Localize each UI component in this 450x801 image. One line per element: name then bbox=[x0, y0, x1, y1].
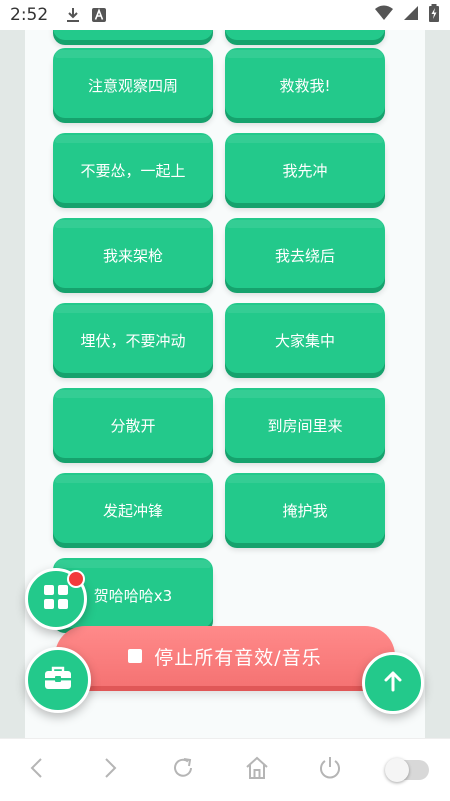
text-a-icon bbox=[90, 6, 108, 24]
sound-button-label: 发起冲锋 bbox=[102, 501, 163, 520]
sound-button-partial[interactable] bbox=[225, 30, 385, 40]
toolbox-icon bbox=[44, 665, 72, 695]
notification-badge bbox=[67, 570, 85, 588]
reload-icon bbox=[170, 755, 196, 785]
forward-button[interactable] bbox=[90, 750, 130, 790]
sound-button[interactable]: 不要怂，一起上 bbox=[53, 133, 213, 203]
sound-button-label: 掩护我 bbox=[282, 501, 328, 520]
sound-button[interactable]: 注意观察四周 bbox=[53, 48, 213, 118]
sound-button[interactable]: 我去绕后 bbox=[225, 218, 385, 288]
sound-button[interactable]: 埋伏，不要冲动 bbox=[53, 303, 213, 373]
sound-button-label: 我来架枪 bbox=[102, 246, 163, 265]
sound-button-label: 贺哈哈哈x3 bbox=[93, 586, 173, 605]
signal-icon bbox=[402, 4, 420, 26]
sound-button-label: 分散开 bbox=[110, 416, 156, 435]
toggle-knob bbox=[385, 758, 410, 782]
status-time: 2:52 bbox=[10, 5, 49, 25]
sound-button[interactable]: 救救我! bbox=[225, 48, 385, 118]
home-icon bbox=[244, 755, 270, 785]
sound-button-label: 到房间里来 bbox=[267, 416, 343, 435]
sound-button[interactable]: 到房间里来 bbox=[225, 388, 385, 458]
wifi-icon bbox=[374, 4, 394, 26]
download-icon bbox=[64, 6, 82, 24]
power-button[interactable] bbox=[310, 750, 350, 790]
toolbox-fab-button[interactable] bbox=[25, 647, 91, 713]
power-icon bbox=[317, 755, 343, 785]
sound-button[interactable]: 分散开 bbox=[53, 388, 213, 458]
sound-button[interactable]: 掩护我 bbox=[225, 473, 385, 543]
sound-button-partial[interactable] bbox=[53, 30, 213, 40]
sound-button[interactable]: 大家集中 bbox=[225, 303, 385, 373]
grid-fab-button[interactable] bbox=[25, 568, 87, 630]
sound-button[interactable]: 发起冲锋 bbox=[53, 473, 213, 543]
forward-icon bbox=[100, 756, 120, 784]
sound-button-label: 救救我! bbox=[279, 76, 331, 95]
back-icon bbox=[27, 756, 47, 784]
bottom-nav-bar bbox=[0, 738, 450, 801]
sound-button-label: 不要怂，一起上 bbox=[80, 161, 186, 180]
home-button[interactable] bbox=[237, 750, 277, 790]
arrow-up-icon bbox=[381, 669, 405, 697]
sound-button-label: 埋伏，不要冲动 bbox=[80, 331, 186, 350]
stop-all-button[interactable]: 停止所有音效/音乐 bbox=[55, 626, 395, 686]
sound-button-label: 我去绕后 bbox=[274, 246, 335, 265]
stop-icon bbox=[128, 649, 143, 663]
scroll-top-button[interactable] bbox=[362, 652, 424, 714]
toggle-switch[interactable] bbox=[383, 750, 433, 790]
sound-button[interactable]: 我来架枪 bbox=[53, 218, 213, 288]
sound-button-label: 大家集中 bbox=[274, 331, 335, 350]
sound-button[interactable]: 我先冲 bbox=[225, 133, 385, 203]
sound-button-label: 注意观察四周 bbox=[87, 76, 178, 95]
reload-button[interactable] bbox=[163, 750, 203, 790]
grid-icon bbox=[43, 584, 69, 614]
status-bar: 2:52 bbox=[0, 0, 450, 30]
battery-charging-icon bbox=[428, 4, 440, 26]
back-button[interactable] bbox=[17, 750, 57, 790]
sound-button-label: 我先冲 bbox=[282, 161, 328, 180]
toggle-track bbox=[385, 758, 430, 782]
stop-all-label: 停止所有音效/音乐 bbox=[154, 646, 322, 669]
